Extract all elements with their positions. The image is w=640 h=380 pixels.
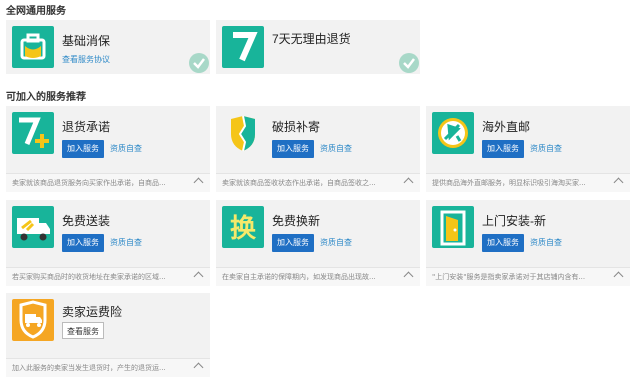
description-bar: "上门安装"服务是指卖家承诺对于其店铺内含有... xyxy=(426,267,630,286)
airplane-icon xyxy=(432,112,474,154)
view-service-button[interactable]: 查看服务 xyxy=(62,322,104,339)
description-bar: 提供商品海外直邮服务，明显标识吸引海淘买家... xyxy=(426,173,630,192)
add-service-button[interactable]: 加入服务 xyxy=(482,234,524,252)
add-service-button[interactable]: 加入服务 xyxy=(62,140,104,158)
door-install-icon xyxy=(432,206,474,248)
qualification-check-link[interactable]: 资质自查 xyxy=(110,140,142,158)
card-title: 上门安装-新 xyxy=(482,214,546,228)
description-bar: 若买家购买商品时的收货地址在卖家承诺的区域... xyxy=(6,267,210,286)
service-card-7day-return: 7天无理由退货 xyxy=(216,20,420,74)
chevron-up-icon[interactable] xyxy=(613,177,624,188)
chevron-up-icon[interactable] xyxy=(193,362,204,373)
chevron-up-icon[interactable] xyxy=(193,271,204,282)
qualification-check-link[interactable]: 资质自查 xyxy=(110,234,142,252)
card-title: 免费换新 xyxy=(272,214,321,228)
chevron-up-icon[interactable] xyxy=(193,177,204,188)
add-service-button[interactable]: 加入服务 xyxy=(482,140,524,158)
add-service-button[interactable]: 加入服务 xyxy=(272,234,314,252)
description-bar: 卖家就该商品退货服务向买家作出承诺，自商品... xyxy=(6,173,210,192)
service-description: 提供商品海外直邮服务，明显标识吸引海淘买家... xyxy=(432,179,586,187)
description-bar: 加入此服务的卖家当发生退货时，产生的退货运... xyxy=(6,358,210,377)
service-description: 卖家就该商品退货服务向买家作出承诺，自商品... xyxy=(12,179,166,187)
card-title: 海外直邮 xyxy=(482,120,531,134)
add-service-button[interactable]: 加入服务 xyxy=(272,140,314,158)
optional-services-title: 可加入的服务推荐 xyxy=(6,92,86,103)
chevron-up-icon[interactable] xyxy=(403,271,414,282)
chevron-up-icon[interactable] xyxy=(613,271,624,282)
svg-text:换: 换 xyxy=(230,214,257,244)
card-title: 基础消保 xyxy=(62,34,111,48)
view-agreement-link[interactable]: 查看服务协议 xyxy=(62,54,110,65)
description-bar: 卖家就该商品签收状态作出承诺，自商品签收之... xyxy=(216,173,420,192)
checkmark-badge-icon xyxy=(188,52,210,74)
service-description: 若买家购买商品时的收货地址在卖家承诺的区域... xyxy=(12,273,166,281)
qualification-check-link[interactable]: 资质自查 xyxy=(530,234,562,252)
service-card-basic-protection: 基础消保 查看服务协议 xyxy=(6,20,210,74)
general-services-title: 全网通用服务 xyxy=(6,6,66,17)
description-bar: 在卖家自主承诺的保障期内，如发现商品出现故... xyxy=(216,267,420,286)
service-card-overseas-direct: 海外直邮 加入服务 资质自查 提供商品海外直邮服务，明显标识吸引海淘买家... xyxy=(426,106,630,192)
chevron-up-icon[interactable] xyxy=(403,177,414,188)
service-card-door-install: 上门安装-新 加入服务 资质自查 "上门安装"服务是指卖家承诺对于其店铺内含有.… xyxy=(426,200,630,286)
qualification-check-link[interactable]: 资质自查 xyxy=(320,140,352,158)
card-title: 7天无理由退货 xyxy=(272,32,351,46)
qualification-check-link[interactable]: 资质自查 xyxy=(320,234,352,252)
card-title: 免费送装 xyxy=(62,214,111,228)
service-description: 加入此服务的卖家当发生退货时，产生的退货运... xyxy=(12,364,166,372)
service-card-damage-resend: 破损补寄 加入服务 资质自查 卖家就该商品签收状态作出承诺，自商品签收之... xyxy=(216,106,420,192)
checkmark-badge-icon xyxy=(398,52,420,74)
truck-shield-icon xyxy=(12,299,54,341)
service-description: 在卖家自主承诺的保障期内，如发现商品出现故... xyxy=(222,273,376,281)
broken-shield-icon xyxy=(222,112,264,154)
service-description: "上门安装"服务是指卖家承诺对于其店铺内含有... xyxy=(432,273,586,281)
service-card-seller-shipping-insurance: 卖家运费险 查看服务 加入此服务的卖家当发生退货时，产生的退货运... xyxy=(6,293,210,377)
suitcase-shield-icon xyxy=(12,26,54,68)
service-card-free-replacement: 换 免费换新 加入服务 资质自查 在卖家自主承诺的保障期内，如发现商品出现故..… xyxy=(216,200,420,286)
card-title: 破损补寄 xyxy=(272,120,321,134)
seven-days-icon xyxy=(222,26,264,68)
card-title: 卖家运费险 xyxy=(62,305,123,319)
delivery-truck-icon xyxy=(12,206,54,248)
card-title: 退货承诺 xyxy=(62,120,111,134)
add-service-button[interactable]: 加入服务 xyxy=(62,234,104,252)
service-card-return-promise: 退货承诺 加入服务 资质自查 卖家就该商品退货服务向买家作出承诺，自商品... xyxy=(6,106,210,192)
qualification-check-link[interactable]: 资质自查 xyxy=(530,140,562,158)
exchange-char-icon: 换 xyxy=(222,206,264,248)
service-description: 卖家就该商品签收状态作出承诺，自商品签收之... xyxy=(222,179,376,187)
seven-plus-icon xyxy=(12,112,54,154)
service-card-free-delivery-install: 免费送装 加入服务 资质自查 若买家购买商品时的收货地址在卖家承诺的区域... xyxy=(6,200,210,286)
